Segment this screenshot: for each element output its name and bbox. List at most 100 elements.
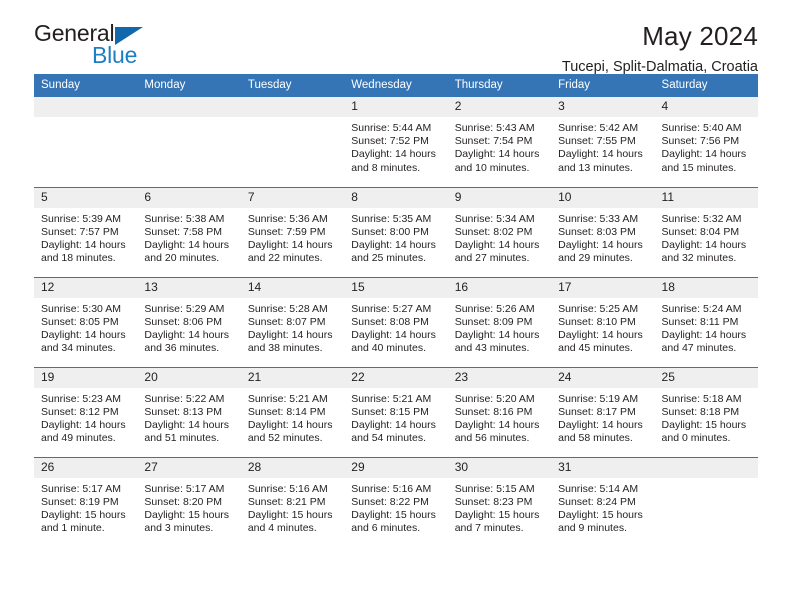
sunrise-text: Sunrise: 5:30 AM (41, 302, 121, 315)
calendar-day-cell[interactable]: 4 Sunrise: 5:40 AM Sunset: 7:56 PM Daylight… (654, 97, 758, 187)
sunset-text: Sunset: 8:02 PM (454, 225, 533, 238)
calendar-day-cell[interactable]: 21 Sunrise: 5:21 AM Sunset: 8:14 PM Dayligh… (240, 366, 345, 457)
calendar-day-cell[interactable]: 9 Sunrise: 5:34 AM Sunset: 8:02 PM Daylight… (447, 186, 552, 277)
calendar-day-cell[interactable]: 31 Sunrise: 5:14 AM Sunset: 8:24 PM Dayligh… (551, 456, 655, 547)
sunset-text: Sunset: 8:20 PM (144, 495, 223, 508)
sunrise-text: Sunrise: 5:32 AM (661, 212, 742, 225)
calendar-day-cell[interactable]: 17 Sunrise: 5:25 AM Sunset: 8:10 PM Dayligh… (551, 276, 655, 367)
daylight-text-line1: Daylight: 14 hours (558, 148, 643, 161)
daylight-text-line1: Daylight: 15 hours (661, 418, 747, 431)
day-details: Sunrise: 5:21 AM Sunset: 8:15 PM Daylight:… (344, 388, 447, 446)
calendar-day-cell[interactable]: 19 Sunrise: 5:23 AM Sunset: 8:12 PM Dayligh… (34, 366, 138, 457)
day-details: Sunrise: 5:16 AM Sunset: 8:22 PM Daylight:… (344, 478, 447, 536)
calendar-day-cell[interactable]: 1 Sunrise: 5:44 AM Sunset: 7:52 PM Daylight… (344, 97, 448, 187)
calendar-day-cell[interactable]: 27 Sunrise: 5:17 AM Sunset: 8:20 PM Dayligh… (137, 456, 241, 547)
sunrise-text: Sunrise: 5:18 AM (661, 392, 742, 405)
daylight-text-line2: and 4 minutes. (247, 522, 317, 535)
sunrise-text: Sunrise: 5:21 AM (247, 392, 328, 405)
calendar-day-cell[interactable]: 18 Sunrise: 5:24 AM Sunset: 8:11 PM Dayligh… (654, 276, 758, 367)
calendar-week-row: 19 Sunrise: 5:23 AM Sunset: 8:12 PM Dayligh… (34, 366, 758, 457)
day-details: Sunrise: 5:35 AM Sunset: 8:00 PM Daylight:… (344, 208, 447, 266)
daylight-text-line1: Daylight: 14 hours (454, 418, 540, 431)
calendar-day-cell[interactable]: 16 Sunrise: 5:26 AM Sunset: 8:09 PM Dayligh… (447, 276, 552, 367)
day-details: Sunrise: 5:24 AM Sunset: 8:11 PM Daylight:… (655, 298, 758, 356)
sunrise-text: Sunrise: 5:26 AM (454, 302, 535, 315)
calendar-header-row: Sunday Monday Tuesday Wednesday Thursday… (34, 74, 758, 97)
sunrise-text: Sunrise: 5:22 AM (144, 392, 225, 405)
sunrise-text: Sunrise: 5:34 AM (454, 212, 535, 225)
calendar-day-cell[interactable]: 25 Sunrise: 5:18 AM Sunset: 8:18 PM Dayligh… (654, 366, 758, 457)
calendar-day-cell[interactable]: 6 Sunrise: 5:38 AM Sunset: 7:58 PM Daylight… (137, 186, 241, 277)
daylight-text-line1: Daylight: 14 hours (454, 148, 540, 161)
day-details: Sunrise: 5:29 AM Sunset: 8:06 PM Daylight:… (137, 298, 240, 356)
weekday-header-thursday: Thursday (447, 74, 552, 97)
sunrise-text: Sunrise: 5:16 AM (351, 482, 432, 495)
calendar-day-cell[interactable]: 26 Sunrise: 5:17 AM Sunset: 8:19 PM Dayligh… (34, 456, 138, 547)
day-details: Sunrise: 5:18 AM Sunset: 8:18 PM Daylight:… (655, 388, 758, 446)
calendar-day-cell[interactable]: 24 Sunrise: 5:19 AM Sunset: 8:17 PM Dayligh… (551, 366, 655, 457)
calendar-day-cell[interactable]: 12 Sunrise: 5:30 AM Sunset: 8:05 PM Dayligh… (34, 276, 138, 367)
calendar-day-cell[interactable]: 30 Sunrise: 5:15 AM Sunset: 8:23 PM Dayligh… (447, 456, 552, 547)
calendar-day-cell[interactable]: 20 Sunrise: 5:22 AM Sunset: 8:13 PM Dayligh… (137, 366, 241, 457)
day-number: 31 (551, 457, 655, 478)
sunrise-text: Sunrise: 5:44 AM (351, 122, 432, 134)
day-details: Sunrise: 5:20 AM Sunset: 8:16 PM Daylight:… (448, 388, 551, 446)
calendar-day-cell[interactable]: 15 Sunrise: 5:27 AM Sunset: 8:08 PM Dayligh… (344, 276, 448, 367)
daylight-text-line1: Daylight: 14 hours (351, 328, 436, 341)
day-number (240, 97, 345, 117)
sunrise-text: Sunrise: 5:20 AM (454, 392, 535, 405)
daylight-text-line1: Daylight: 14 hours (41, 328, 126, 341)
sunset-text: Sunset: 8:12 PM (41, 405, 119, 418)
calendar-day-cell[interactable]: 29 Sunrise: 5:16 AM Sunset: 8:22 PM Dayligh… (344, 456, 448, 547)
day-details: Sunrise: 5:27 AM Sunset: 8:08 PM Daylight:… (344, 298, 447, 356)
day-number (137, 97, 241, 117)
calendar-day-cell[interactable]: 3 Sunrise: 5:42 AM Sunset: 7:55 PM Daylight… (551, 97, 655, 187)
daylight-text-line1: Daylight: 14 hours (351, 238, 436, 251)
day-details: Sunrise: 5:39 AM Sunset: 7:57 PM Daylight:… (34, 208, 137, 266)
calendar-day-cell[interactable]: 10 Sunrise: 5:33 AM Sunset: 8:03 PM Dayligh… (551, 186, 655, 277)
day-details: Sunrise: 5:38 AM Sunset: 7:58 PM Daylight:… (137, 208, 240, 266)
calendar-day-cell-empty (240, 97, 345, 187)
daylight-text-line1: Daylight: 14 hours (351, 418, 436, 431)
daylight-text-line2: and 45 minutes. (558, 342, 633, 355)
day-number (34, 97, 138, 117)
calendar-day-cell[interactable]: 22 Sunrise: 5:21 AM Sunset: 8:15 PM Dayligh… (344, 366, 448, 457)
calendar-day-cell[interactable]: 13 Sunrise: 5:29 AM Sunset: 8:06 PM Dayligh… (137, 276, 241, 367)
day-number: 20 (137, 367, 241, 388)
sunrise-text: Sunrise: 5:40 AM (661, 122, 742, 134)
daylight-text-line1: Daylight: 15 hours (351, 508, 436, 521)
calendar-day-cell[interactable]: 7 Sunrise: 5:36 AM Sunset: 7:59 PM Daylight… (240, 186, 345, 277)
day-number: 3 (551, 97, 655, 117)
daylight-text-line2: and 8 minutes. (351, 161, 421, 174)
daylight-text-line2: and 58 minutes. (558, 432, 633, 445)
daylight-text-line2: and 20 minutes. (144, 252, 220, 265)
daylight-text-line1: Daylight: 14 hours (454, 328, 540, 341)
daylight-text-line1: Daylight: 14 hours (247, 238, 333, 251)
general-blue-logo[interactable]: General Blue (34, 22, 234, 74)
daylight-text-line2: and 43 minutes. (454, 342, 530, 355)
daylight-text-line1: Daylight: 14 hours (661, 328, 747, 341)
calendar-day-cell[interactable]: 28 Sunrise: 5:16 AM Sunset: 8:21 PM Dayligh… (240, 456, 345, 547)
day-number: 2 (447, 97, 552, 117)
calendar-day-cell[interactable]: 11 Sunrise: 5:32 AM Sunset: 8:04 PM Dayligh… (654, 186, 758, 277)
sunset-text: Sunset: 7:57 PM (41, 225, 119, 238)
calendar-day-cell[interactable]: 14 Sunrise: 5:28 AM Sunset: 8:07 PM Dayligh… (240, 276, 345, 367)
daylight-text-line2: and 18 minutes. (41, 252, 116, 265)
calendar-day-cell[interactable]: 2 Sunrise: 5:43 AM Sunset: 7:54 PM Daylight… (447, 97, 552, 187)
weekday-header-sunday: Sunday (34, 74, 138, 97)
sunset-text: Sunset: 7:54 PM (454, 135, 533, 148)
sunrise-text: Sunrise: 5:17 AM (144, 482, 225, 495)
weekday-header-friday: Friday (551, 74, 655, 97)
sunrise-text: Sunrise: 5:21 AM (351, 392, 432, 405)
day-number: 22 (344, 367, 448, 388)
calendar-day-cell[interactable]: 23 Sunrise: 5:20 AM Sunset: 8:16 PM Dayligh… (447, 366, 552, 457)
sunrise-text: Sunrise: 5:23 AM (41, 392, 121, 405)
sunrise-text: Sunrise: 5:33 AM (558, 212, 639, 225)
calendar-day-cell[interactable]: 8 Sunrise: 5:35 AM Sunset: 8:00 PM Daylight… (344, 186, 448, 277)
sunset-text: Sunset: 7:52 PM (351, 135, 429, 148)
daylight-text-line2: and 56 minutes. (454, 432, 530, 445)
calendar-day-cell[interactable]: 5 Sunrise: 5:39 AM Sunset: 7:57 PM Daylight… (34, 186, 138, 277)
daylight-text-line1: Daylight: 14 hours (558, 238, 643, 251)
daylight-text-line2: and 29 minutes. (558, 252, 633, 265)
sunrise-text: Sunrise: 5:35 AM (351, 212, 432, 225)
